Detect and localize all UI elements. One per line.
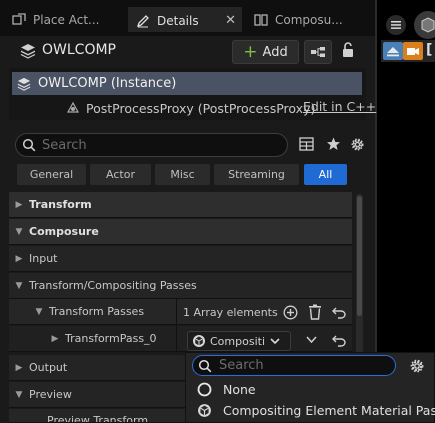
property-transform-passes[interactable]: ▼ Transform Passes: [9, 299, 352, 325]
star-icon[interactable]: [326, 137, 341, 154]
property-label: Transform Passes: [49, 305, 145, 318]
tab-label: Place Act...: [33, 12, 100, 27]
chevron-down-icon: ▼: [15, 280, 23, 291]
tree-item-postprocessproxy[interactable]: PostProcessProxy (PostProcessProxy): [66, 97, 315, 119]
chevron-down-icon: ▼: [15, 226, 23, 237]
add-button-label: Add: [262, 44, 288, 60]
tab-composure[interactable]: Composu...: [246, 7, 371, 32]
actor-icon: [16, 77, 32, 91]
tab-place-actors[interactable]: Place Act...: [4, 7, 124, 32]
dropdown-item-label: Compositing Element Material Pass: [223, 402, 435, 418]
value-column-divider: [176, 299, 177, 353]
dropdown-item-none[interactable]: None: [196, 379, 256, 399]
search-icon: [198, 359, 212, 372]
category-label: Preview: [29, 388, 72, 401]
gear-icon[interactable]: [408, 357, 426, 375]
gear-icon[interactable]: [350, 137, 365, 155]
bracket-glyph: [: [426, 42, 433, 58]
viewport-menu-button[interactable]: [386, 15, 406, 35]
chevron-right-icon: ▶: [15, 253, 23, 264]
combo-value: Compositi: [210, 334, 265, 348]
tree-item-instance[interactable]: OWLCOMP (Instance): [12, 72, 362, 95]
property-label: Preview Transform: [47, 414, 149, 423]
blueprint-button[interactable]: [304, 40, 332, 64]
reset-icon[interactable]: [331, 304, 347, 320]
chevron-down-icon: [270, 335, 280, 348]
dropdown-item-material-pass[interactable]: Compositing Element Material Pass: [196, 400, 435, 420]
add-plus-icon: +: [243, 41, 258, 62]
place-actors-icon: [12, 12, 26, 27]
add-component-button[interactable]: + Add: [232, 40, 299, 64]
none-circle-icon: [196, 381, 212, 397]
pass-type-combo[interactable]: Compositi: [187, 331, 291, 351]
camera-icon[interactable]: [403, 42, 423, 60]
search-icon: [22, 138, 36, 152]
eject-icon[interactable]: [383, 42, 403, 60]
category-composure[interactable]: ▼ Composure: [9, 219, 352, 245]
tree-item-label: PostProcessProxy (PostProcessProxy): [86, 100, 316, 116]
filter-general[interactable]: General: [17, 164, 86, 185]
filter-streaming[interactable]: Streaming: [214, 164, 299, 185]
filter-actor[interactable]: Actor: [90, 164, 151, 185]
tab-label: Composu...: [275, 12, 343, 27]
actor-name: OWLCOMP: [42, 42, 116, 58]
actor-icon: [19, 43, 37, 62]
category-label: Transform/Compositing Passes: [29, 279, 197, 292]
category-transform-compositing-passes[interactable]: ▼ Transform/Compositing Passes: [9, 273, 352, 299]
category-label: Composure: [29, 225, 99, 238]
tab-bar: Place Act... Details ✕ Composu...: [0, 0, 375, 36]
category-label: Transform: [29, 198, 92, 211]
material-pass-icon: [196, 402, 212, 418]
viewport-view-button[interactable]: [414, 11, 435, 39]
category-label: Output: [29, 361, 68, 374]
search-input[interactable]: Search: [15, 133, 288, 157]
scrollbar-thumb[interactable]: [357, 196, 362, 316]
search-placeholder: Search: [42, 137, 87, 153]
array-count: 1 Array elements: [183, 306, 278, 319]
dropdown-search-placeholder: Search: [219, 358, 264, 373]
lock-icon[interactable]: [341, 42, 355, 61]
dropdown-search-input[interactable]: Search: [192, 355, 396, 376]
dropdown-item-label: None: [223, 381, 256, 397]
scene-component-icon: [66, 100, 80, 117]
property-label: TransformPass_0: [65, 332, 157, 345]
edit-in-cpp-link[interactable]: Edit in C++: [303, 99, 376, 114]
add-element-icon[interactable]: [282, 304, 298, 320]
table-view-icon[interactable]: [299, 137, 314, 154]
chevron-right-icon: ▶: [15, 199, 23, 210]
hamburger-icon: [391, 21, 401, 29]
chevron-down-icon: ▼: [35, 306, 43, 317]
category-preview[interactable]: ▼ Preview: [9, 382, 185, 408]
category-transform[interactable]: ▶ Transform: [9, 192, 352, 218]
category-label: Input: [29, 252, 58, 265]
tab-label: Details: [157, 13, 199, 28]
blueprint-icon: [311, 47, 325, 57]
reset-icon[interactable]: [331, 332, 347, 348]
close-icon[interactable]: ✕: [225, 13, 236, 28]
tree-item-label: OWLCOMP (Instance): [38, 76, 177, 91]
category-output[interactable]: ▶ Output: [9, 355, 185, 381]
filter-misc[interactable]: Misc: [155, 164, 210, 185]
expand-chevron-icon[interactable]: [304, 333, 318, 347]
details-pencil-icon: [136, 14, 150, 28]
filter-all[interactable]: All: [304, 164, 347, 185]
trash-icon[interactable]: [307, 303, 323, 320]
chevron-right-icon: ▶: [51, 333, 59, 344]
property-transformpass-0[interactable]: ▶ TransformPass_0: [9, 326, 352, 352]
chevron-right-icon: ▶: [15, 362, 23, 373]
chevron-down-icon: ▼: [15, 389, 23, 400]
tab-details[interactable]: Details ✕: [128, 7, 242, 32]
material-pass-icon: [192, 334, 206, 348]
composure-icon: [254, 13, 268, 27]
cube-icon: [421, 17, 435, 33]
property-preview-transform[interactable]: Preview Transform: [9, 409, 185, 423]
category-input[interactable]: ▶ Input: [9, 246, 352, 272]
